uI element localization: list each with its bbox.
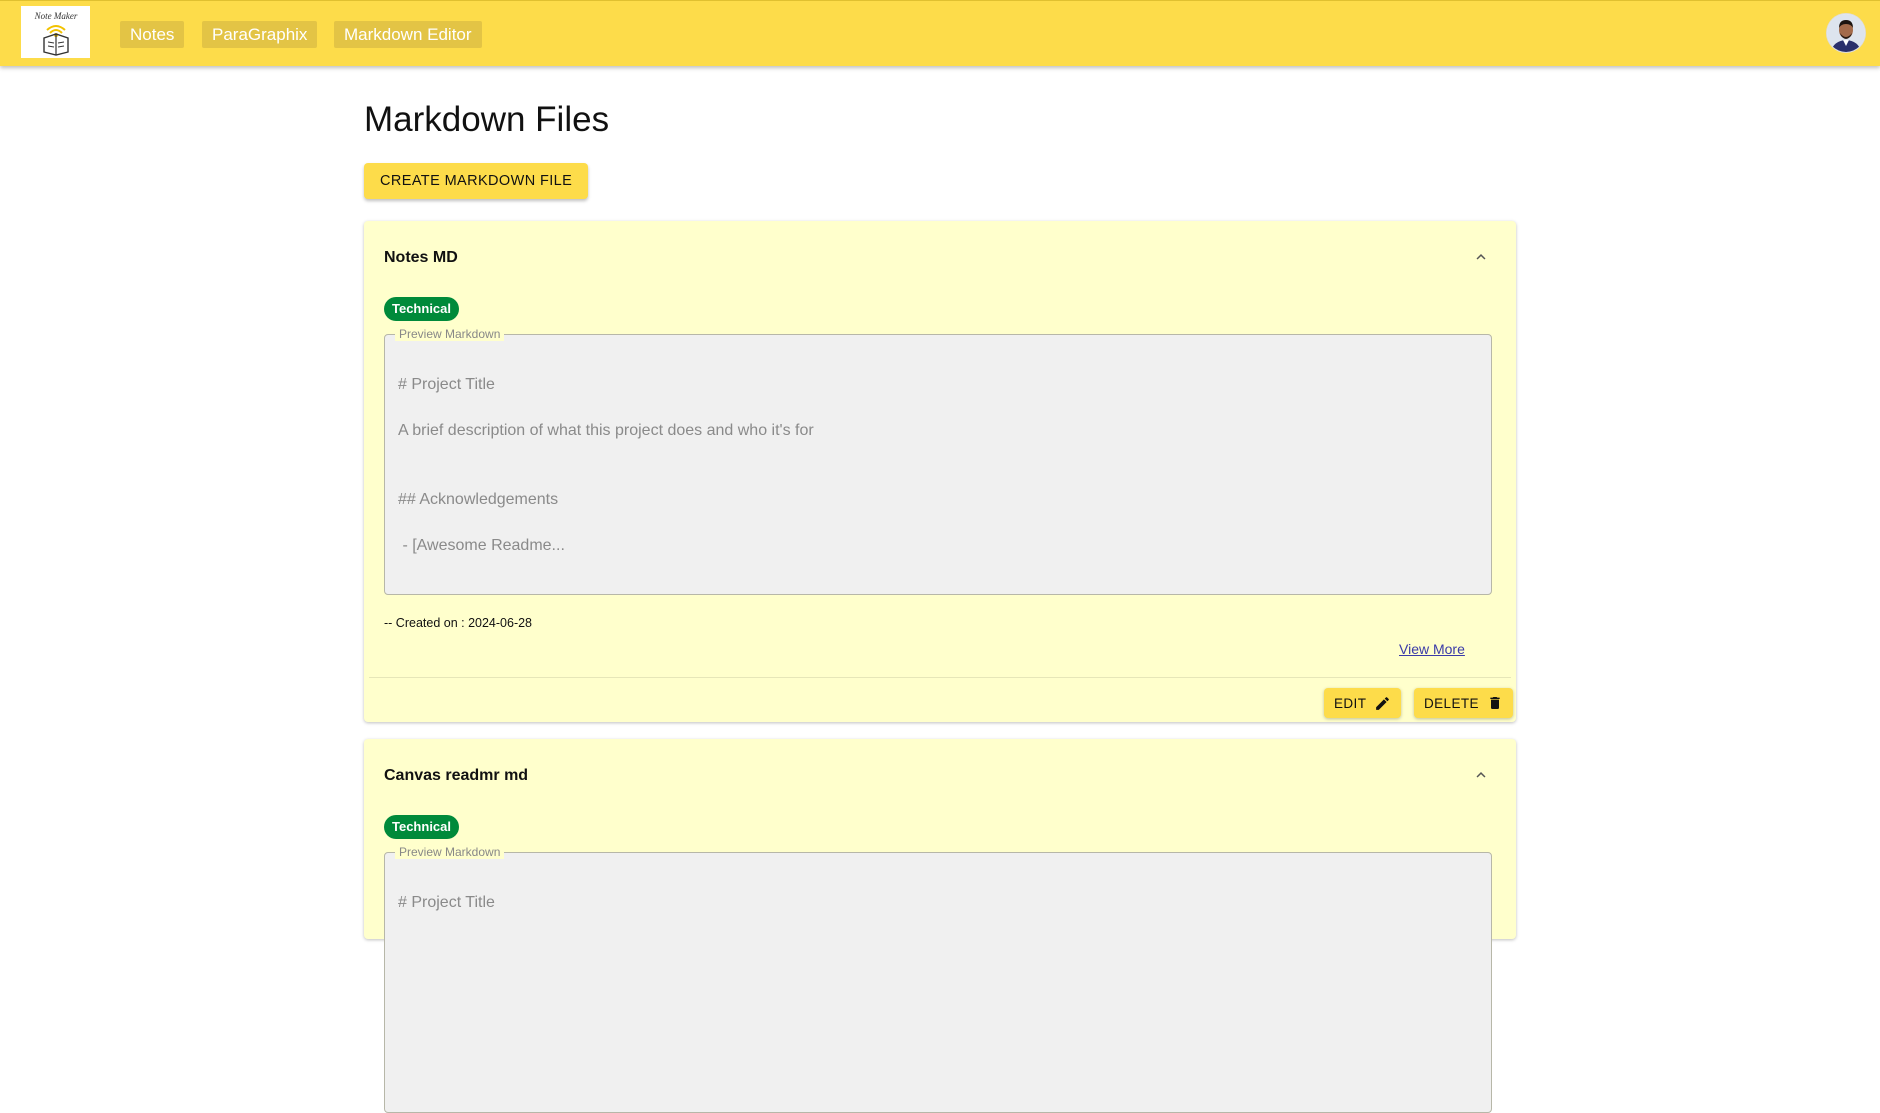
nav-notes[interactable]: Notes: [120, 21, 185, 48]
create-markdown-button[interactable]: CREATE MARKDOWN FILE: [364, 163, 589, 199]
tag-badge: Technical: [384, 815, 460, 839]
markdown-preview: Preview Markdown # Project Title A brief…: [384, 327, 1492, 595]
preview-line: - [Awesome Readme...: [398, 537, 565, 554]
nav-paragraphix[interactable]: ParaGraphix: [202, 21, 318, 48]
delete-label: DELETE: [1424, 695, 1479, 711]
chevron-up-icon[interactable]: [1472, 766, 1490, 784]
app-bar: Note Maker Notes ParaGraphix Markdown Ed…: [0, 0, 1880, 66]
avatar-icon: [1827, 14, 1865, 52]
nav-markdown-editor[interactable]: Markdown Editor: [334, 21, 482, 48]
preview-line: ## Acknowledgements: [398, 491, 559, 508]
preview-legend: Preview Markdown: [395, 845, 505, 859]
markdown-card: Canvas readmr md Technical Preview Markd…: [364, 739, 1516, 1113]
preview-line: A brief description of what this project…: [398, 422, 814, 439]
preview-legend: Preview Markdown: [395, 327, 505, 341]
view-more-link[interactable]: View More: [1399, 641, 1465, 657]
preview-line: # Project Title: [398, 894, 495, 911]
pencil-icon: [1376, 696, 1390, 710]
created-date: -- Created on : 2024-06-28: [384, 616, 533, 630]
card-title: Notes MD: [384, 249, 458, 266]
divider: [369, 677, 1511, 678]
tag-badge: Technical: [384, 297, 460, 321]
preview-line: # Project Title: [398, 376, 495, 393]
app-logo[interactable]: Note Maker: [21, 6, 90, 58]
chevron-up-icon[interactable]: [1472, 248, 1490, 266]
user-avatar[interactable]: [1827, 14, 1865, 52]
page-title: Markdown Files: [364, 100, 610, 139]
delete-button[interactable]: DELETE: [1414, 688, 1513, 718]
logo-text: Note Maker: [33, 11, 77, 21]
logo-icon: Note Maker: [33, 11, 77, 56]
trash-icon: [1490, 697, 1500, 709]
markdown-card: Notes MD Technical Preview Markdown # Pr…: [364, 221, 1516, 722]
edit-label: EDIT: [1334, 695, 1367, 711]
edit-button[interactable]: EDIT: [1324, 688, 1402, 718]
card-title: Canvas readmr md: [384, 767, 529, 784]
markdown-preview: Preview Markdown # Project Title: [384, 845, 1492, 1113]
